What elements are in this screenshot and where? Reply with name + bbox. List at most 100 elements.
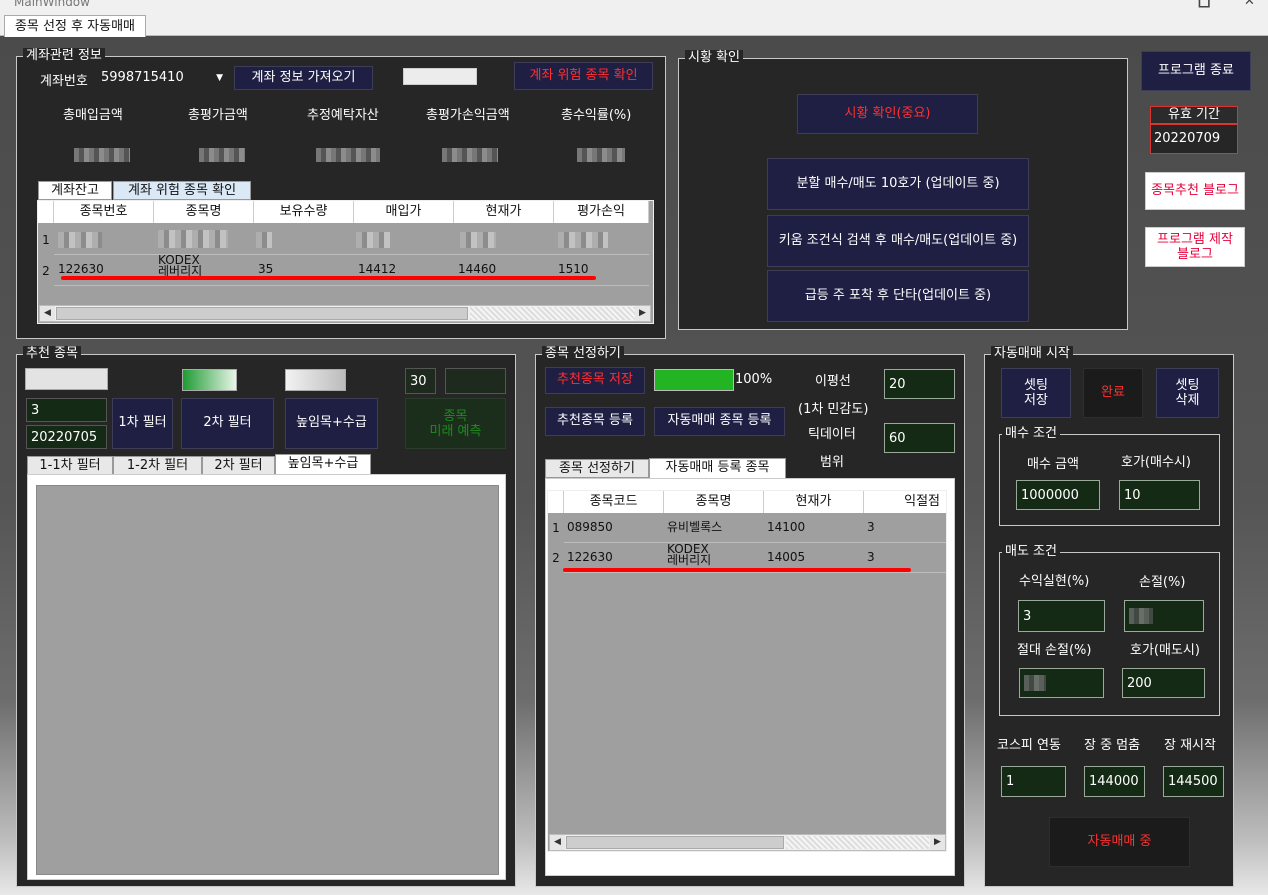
tab-account-balance[interactable]: 계좌잔고 — [38, 181, 112, 200]
loss-field[interactable] — [1124, 600, 1204, 632]
scroll-track[interactable] — [470, 307, 635, 320]
date-input[interactable]: 20220705 — [26, 425, 107, 449]
tab-select-stock[interactable]: 종목 선정하기 — [545, 459, 649, 478]
tab-main[interactable]: 종목 선정 후 자동매매 — [4, 15, 146, 37]
filter1-button[interactable]: 1차 필터 — [112, 398, 173, 449]
abs-loss-label: 절대 손절(%) — [1017, 643, 1092, 658]
scroll-track[interactable] — [786, 836, 929, 849]
sell-tick-label: 호가(매도시) — [1130, 643, 1200, 658]
setting-delete-button[interactable]: 셋팅 삭제 — [1156, 368, 1219, 418]
redacted-value — [199, 148, 245, 162]
horizontal-scrollbar[interactable]: ◀ ▶ — [549, 834, 946, 851]
split-trade-button[interactable]: 분할 매수/매도 10호가 (업데이트 중) — [767, 158, 1029, 210]
cell-take-profit[interactable]: 3 — [867, 551, 875, 563]
restart-field[interactable]: 144500 — [1163, 766, 1224, 797]
redacted-cell — [158, 230, 228, 248]
scroll-left-icon[interactable]: ◀ — [550, 835, 565, 850]
tab-filter-2[interactable]: 2차 필터 — [202, 456, 275, 475]
scroll-thumb[interactable] — [566, 836, 784, 849]
selection-group-label: 종목 선정하기 — [542, 346, 624, 362]
auto-group-label: 자동매매 시작 — [991, 346, 1073, 362]
buy-tick-field[interactable]: 10 — [1119, 480, 1200, 510]
column-header[interactable]: 익절점 — [864, 491, 946, 513]
column-header[interactable]: 종목코드 — [564, 491, 664, 513]
redacted-cell — [256, 232, 272, 248]
register-auto-button[interactable]: 자동매매 종목 등록 — [654, 407, 785, 436]
redacted-value — [316, 148, 380, 162]
scroll-left-icon[interactable]: ◀ — [40, 306, 55, 321]
tab-auto-registered[interactable]: 자동매매 등록 종목 — [649, 458, 786, 479]
column-header[interactable]: 현재가 — [764, 491, 864, 513]
stock-blog-button[interactable]: 종목추천 블로그 — [1145, 172, 1245, 210]
cell-code[interactable]: 089850 — [567, 521, 613, 533]
surge-scalping-button[interactable]: 급등 주 포착 후 단타(업데이트 중) — [767, 270, 1029, 322]
tab-account-risk[interactable]: 계좌 위험 종목 확인 — [113, 181, 251, 200]
tab-volume-supply[interactable]: 높임목+수급 — [275, 454, 371, 475]
exit-program-button[interactable]: 프로그램 종료 — [1141, 51, 1251, 91]
abs-loss-field[interactable] — [1019, 668, 1104, 698]
cell-profit-loss[interactable]: 1510 — [558, 263, 589, 275]
account-number-label: 계좌번호 — [40, 74, 88, 89]
cell-current-price[interactable]: 14005 — [767, 551, 805, 563]
cell-name[interactable]: 유비벨록스 — [667, 521, 722, 533]
recommend-group-label: 추천 종목 — [23, 346, 81, 362]
validity-date: 20220709 — [1150, 124, 1238, 154]
horizontal-scrollbar[interactable]: ◀ ▶ — [39, 305, 651, 322]
program-blog-button[interactable]: 프로그램 제작 블로그 — [1145, 227, 1245, 267]
account-select[interactable]: 5998715410 ▼ — [97, 67, 227, 89]
buy-tick-label: 호가(매수시) — [1121, 455, 1191, 470]
tick-field[interactable]: 60 — [884, 423, 955, 453]
predict-future-button[interactable]: 종목 미래 예측 — [405, 398, 506, 449]
maximize-icon[interactable]: 🗖 — [1198, 0, 1210, 14]
tick-sub-label: 범위 — [820, 455, 844, 470]
save-recommend-button[interactable]: 추천종목 저장 — [545, 367, 645, 394]
profit-field[interactable]: 3 — [1018, 600, 1105, 632]
cell-code[interactable]: 122630 — [58, 263, 104, 275]
cell-current-price[interactable]: 14460 — [458, 263, 496, 275]
complete-button[interactable]: 완료 — [1083, 368, 1143, 418]
cell-code[interactable]: 122630 — [567, 551, 613, 563]
redacted-value — [74, 148, 130, 162]
column-header[interactable]: 매입가 — [354, 201, 454, 223]
fetch-account-button[interactable]: 계좌 정보 가져오기 — [234, 66, 373, 90]
cell-take-profit[interactable]: 3 — [867, 521, 875, 533]
kospi-field[interactable]: 1 — [1001, 766, 1066, 797]
redacted-cell — [356, 232, 390, 248]
recommend-list[interactable] — [36, 485, 499, 875]
cell-current-price[interactable]: 14100 — [767, 521, 805, 533]
column-header[interactable]: 종목명 — [154, 201, 254, 223]
scroll-right-icon[interactable]: ▶ — [635, 306, 650, 321]
column-header[interactable]: 보유수량 — [254, 201, 354, 223]
market-check-button[interactable]: 시황 확인(중요) — [797, 94, 978, 134]
cell-buy-price[interactable]: 14412 — [358, 263, 396, 275]
cell-name[interactable]: KODEX 레버리지 — [667, 543, 711, 566]
sell-tick-field[interactable]: 200 — [1122, 668, 1205, 698]
pause-field[interactable]: 144000 — [1084, 766, 1145, 797]
count-field-2[interactable] — [445, 368, 506, 394]
close-icon[interactable]: ✕ — [1244, 0, 1255, 9]
ma-field[interactable]: 20 — [884, 369, 955, 399]
column-header[interactable]: 현재가 — [454, 201, 554, 223]
cell-qty[interactable]: 35 — [258, 263, 273, 275]
cell-name[interactable]: KODEX 레버리지 — [158, 254, 202, 277]
count-field[interactable]: 30 — [405, 368, 436, 394]
filter2-button[interactable]: 2차 필터 — [181, 398, 274, 449]
scroll-thumb[interactable] — [56, 307, 468, 320]
tab-filter-1-1[interactable]: 1-1차 필터 — [27, 456, 113, 475]
tab-filter-1-2[interactable]: 1-2차 필터 — [113, 456, 202, 475]
scroll-right-icon[interactable]: ▶ — [930, 835, 945, 850]
column-header[interactable]: 평가손익 — [554, 201, 649, 223]
window-titlebar: MainWindow 🗖 ✕ — [0, 0, 1268, 14]
kiwoom-condition-button[interactable]: 키움 조건식 검색 후 매수/매도(업데이트 중) — [767, 215, 1029, 267]
auto-trading-running-button[interactable]: 자동매매 중 — [1049, 817, 1190, 867]
filter-input[interactable]: 3 — [26, 398, 107, 422]
status-indicator — [403, 68, 477, 85]
risk-stock-button[interactable]: 계좌 위험 종목 확인 — [514, 62, 653, 90]
setting-save-button[interactable]: 셋팅 저장 — [1001, 368, 1071, 418]
buy-amount-field[interactable]: 1000000 — [1016, 480, 1100, 510]
column-header[interactable]: 종목명 — [664, 491, 764, 513]
highlight-underline — [61, 276, 596, 280]
register-recommend-button[interactable]: 추천종목 등록 — [545, 407, 645, 436]
volume-supply-button[interactable]: 높임목+수급 — [285, 398, 378, 449]
column-header[interactable]: 종목번호 — [54, 201, 154, 223]
